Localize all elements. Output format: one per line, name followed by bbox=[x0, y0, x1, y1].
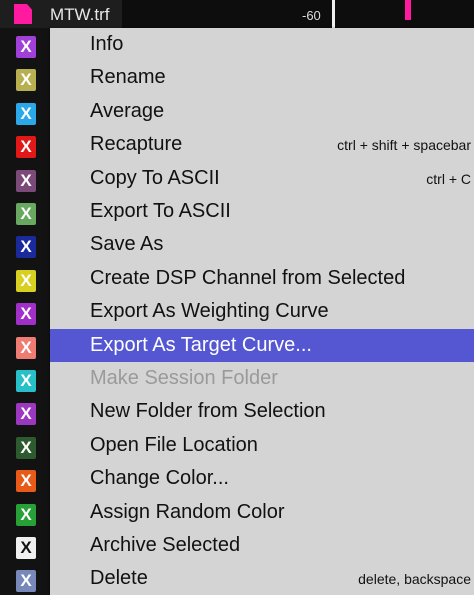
menu-item-label: Average bbox=[90, 99, 165, 122]
file-icon[interactable] bbox=[14, 4, 32, 24]
channel-close-icon[interactable]: X bbox=[16, 169, 36, 192]
channel-close-icon[interactable]: X bbox=[16, 269, 36, 292]
channel-close-icon[interactable]: X bbox=[16, 537, 36, 559]
menu-item-rename[interactable]: Rename bbox=[50, 61, 474, 94]
graph-scale-label: -60 bbox=[302, 8, 321, 23]
channel-close-icon[interactable]: X bbox=[16, 102, 36, 125]
channel-close-icon[interactable]: X bbox=[16, 403, 36, 426]
graph-cursor-line bbox=[332, 0, 335, 28]
menu-item-new-folder-from-selection[interactable]: New Folder from Selection bbox=[50, 395, 474, 428]
menu-item-delete[interactable]: Delete delete, backspace bbox=[50, 562, 474, 595]
channel-close-icon[interactable]: X bbox=[16, 336, 36, 359]
graph-trace-marker bbox=[405, 0, 411, 20]
channel-close-icon[interactable]: X bbox=[16, 370, 36, 392]
context-menu: Info Rename Average Recapture ctrl + shift +… bbox=[50, 28, 474, 595]
channel-close-icon[interactable]: X bbox=[16, 570, 36, 593]
menu-item-change-color[interactable]: Change Color... bbox=[50, 462, 474, 495]
menu-item-info[interactable]: Info bbox=[50, 28, 474, 61]
channel-close-icon[interactable]: X bbox=[16, 236, 36, 259]
menu-item-export-as-weighting-curve[interactable]: Export As Weighting Curve bbox=[50, 295, 474, 328]
menu-item-label: Open File Location bbox=[90, 433, 258, 456]
menu-item-recapture[interactable]: Recapture ctrl + shift + spacebar bbox=[50, 128, 474, 161]
menu-item-create-dsp-channel-from-selected[interactable]: Create DSP Channel from Selected bbox=[50, 262, 474, 295]
menu-item-label: Copy To ASCII bbox=[90, 166, 220, 189]
menu-item-save-as[interactable]: Save As bbox=[50, 228, 474, 261]
menu-item-label: Change Color... bbox=[90, 467, 229, 490]
header-bar: MTW.trf -60 bbox=[0, 0, 474, 28]
menu-item-label: Archive Selected bbox=[90, 534, 241, 556]
menu-item-label: Save As bbox=[90, 233, 164, 256]
channel-close-icon[interactable]: X bbox=[16, 470, 36, 493]
channel-close-icon[interactable]: X bbox=[16, 436, 36, 459]
channel-close-icon[interactable]: X bbox=[16, 69, 36, 92]
menu-item-label: Export As Weighting Curve bbox=[90, 300, 329, 323]
channel-close-icon[interactable]: X bbox=[16, 503, 36, 526]
menu-item-label: Export As Target Curve... bbox=[90, 333, 312, 356]
menu-item-export-to-ascii[interactable]: Export To ASCII bbox=[50, 195, 474, 228]
menu-item-label: New Folder from Selection bbox=[90, 400, 326, 423]
menu-item-make-session-folder: Make Session Folder bbox=[50, 362, 474, 395]
menu-item-shortcut: delete, backspace bbox=[358, 571, 471, 588]
menu-item-label: Info bbox=[90, 33, 124, 55]
file-name[interactable]: MTW.trf bbox=[50, 5, 109, 25]
menu-item-shortcut: ctrl + shift + spacebar bbox=[337, 137, 471, 154]
menu-item-copy-to-ascii[interactable]: Copy To ASCII ctrl + C bbox=[50, 162, 474, 195]
menu-item-label: Recapture bbox=[90, 133, 183, 156]
channel-close-icon[interactable]: X bbox=[16, 203, 36, 225]
graph-strip bbox=[122, 0, 474, 28]
menu-item-label: Assign Random Color bbox=[90, 500, 285, 523]
channel-close-icon[interactable]: X bbox=[16, 36, 36, 58]
menu-item-average[interactable]: Average bbox=[50, 95, 474, 128]
menu-item-export-as-target-curve[interactable]: Export As Target Curve... bbox=[50, 328, 474, 362]
menu-item-label: Create DSP Channel from Selected bbox=[90, 266, 406, 289]
menu-item-shortcut: ctrl + C bbox=[426, 170, 471, 187]
menu-item-label: Rename bbox=[90, 66, 166, 89]
menu-item-assign-random-color[interactable]: Assign Random Color bbox=[50, 496, 474, 529]
menu-item-label: Export To ASCII bbox=[90, 200, 231, 222]
menu-item-archive-selected[interactable]: Archive Selected bbox=[50, 529, 474, 562]
channel-close-icon[interactable]: X bbox=[16, 303, 36, 326]
channel-close-icon[interactable]: X bbox=[16, 136, 36, 159]
channel-list: XXXXXXXXXXXXXXXXX bbox=[0, 28, 50, 595]
menu-item-label: Make Session Folder bbox=[90, 367, 278, 389]
menu-item-open-file-location[interactable]: Open File Location bbox=[50, 429, 474, 462]
menu-item-label: Delete bbox=[90, 567, 148, 590]
